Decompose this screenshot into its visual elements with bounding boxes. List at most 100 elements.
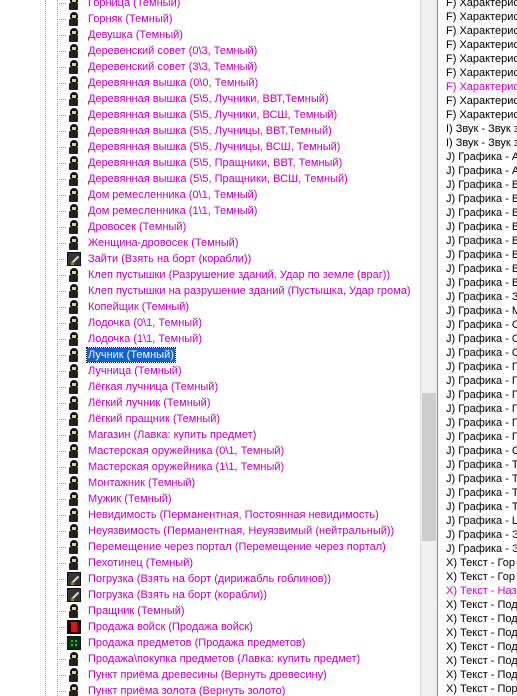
- field-list-item[interactable]: J) Графика - В: [446, 206, 517, 220]
- field-list-item[interactable]: J) Графика - Т: [446, 500, 517, 514]
- field-list-item[interactable]: J) Графика - Т: [446, 472, 517, 486]
- field-list-item[interactable]: J) Графика - З: [446, 290, 517, 304]
- tree-item[interactable]: Деревенский совет (3\3, Темный): [57, 59, 258, 75]
- field-list-item[interactable]: X) Текст - Под: [446, 668, 517, 682]
- field-list-item[interactable]: J) Графика - П: [446, 402, 517, 416]
- object-tree-panel[interactable]: Горница (Темный) Горняк (Темный) Девушка (…: [0, 0, 420, 696]
- field-list-item[interactable]: F) Характерис: [446, 10, 517, 24]
- tree-item[interactable]: Клеп пустышки (Разрушение зданий, Удар п…: [57, 267, 391, 283]
- tree-item[interactable]: Лучница (Темный): [57, 363, 183, 379]
- tree-item[interactable]: Дом ремесленника (0\1, Темный): [57, 187, 258, 203]
- tree-item[interactable]: Лучник (Темный): [57, 347, 176, 363]
- tree-item[interactable]: Лодочка (1\1, Темный): [57, 331, 203, 347]
- field-list-item[interactable]: F) Характерис: [446, 80, 517, 94]
- field-list-item[interactable]: J) Графика - В: [446, 234, 517, 248]
- tree-item[interactable]: Дровосек (Темный): [57, 219, 187, 235]
- tree-item[interactable]: Лёгкая лучница (Темный): [57, 379, 219, 395]
- field-list-item[interactable]: X) Текст - Под: [446, 598, 517, 612]
- tree-item[interactable]: Деревянная вышка (5\5, Лучники, ВВТ,Темн…: [57, 91, 330, 107]
- field-list-item[interactable]: J) Графика - Ц: [446, 514, 517, 528]
- tree-item[interactable]: Лёгкий лучник (Темный): [57, 395, 211, 411]
- tree-vertical-scrollbar[interactable]: [420, 0, 437, 696]
- field-list-item[interactable]: J) Графика - Т: [446, 458, 517, 472]
- tree-item[interactable]: Деревянная вышка (5\5, Лучницы, ВВТ,Темн…: [57, 123, 333, 139]
- field-list-item[interactable]: F) Характерис: [446, 108, 517, 122]
- tree-item[interactable]: Деревянная вышка (5\5, Пращники, ВСШ, Те…: [57, 171, 349, 187]
- field-list-item[interactable]: J) Графика - П: [446, 416, 517, 430]
- field-list-item[interactable]: X) Текст - Пор: [446, 682, 517, 696]
- field-list-item[interactable]: J) Графика - А: [446, 150, 517, 164]
- tree-item[interactable]: Продажа\покупка предметов (Лавка: купить…: [57, 651, 361, 667]
- field-list-item[interactable]: F) Характерис: [446, 0, 517, 10]
- tree-connector: [57, 83, 66, 84]
- tree-item[interactable]: Лёгкий пращник (Темный): [57, 411, 221, 427]
- tree-item[interactable]: Монтажник (Темный): [57, 475, 196, 491]
- tree-item[interactable]: Лодочка (0\1, Темный): [57, 315, 203, 331]
- field-list-item[interactable]: J) Графика - С: [446, 444, 517, 458]
- field-list-item[interactable]: F) Характерис: [446, 24, 517, 38]
- tree-item[interactable]: Погрузка (Взять на борт (дирижабль гобли…: [57, 571, 332, 587]
- field-list-item[interactable]: I) Звук - Звук з: [446, 122, 517, 136]
- field-list-item[interactable]: I) Звук - Звук з: [446, 136, 517, 150]
- field-list-item[interactable]: J) Графика - О: [446, 332, 517, 346]
- tree-item[interactable]: Клеп пустышки на разрушение зданий (Пуст…: [57, 283, 412, 299]
- tree-item[interactable]: Деревенский совет (0\3, Темный): [57, 43, 258, 59]
- field-list-item[interactable]: J) Графика - Э: [446, 542, 517, 556]
- field-list-item[interactable]: J) Графика - В: [446, 276, 517, 290]
- tree-item[interactable]: Девушка (Темный): [57, 27, 184, 43]
- field-list-item[interactable]: J) Графика - В: [446, 248, 517, 262]
- tree-item[interactable]: Деревянная вышка (5\5, Лучники, ВСШ, Тем…: [57, 107, 338, 123]
- field-list-item[interactable]: J) Графика - В: [446, 192, 517, 206]
- field-list-item[interactable]: J) Графика - П: [446, 360, 517, 374]
- field-list-panel[interactable]: F) Характерис F) Характерис F) Характерис F…: [437, 0, 517, 696]
- field-list-item[interactable]: F) Характерис: [446, 38, 517, 52]
- field-list-item[interactable]: X) Текст - Под: [446, 612, 517, 626]
- field-list-item[interactable]: J) Графика - О: [446, 318, 517, 332]
- tree-item[interactable]: Пехотинец (Темный): [57, 555, 194, 571]
- tree-item[interactable]: Пращник (Темный): [57, 603, 186, 619]
- tree-item[interactable]: Деревянная вышка (5\5, Лучницы, ВСШ, Тем…: [57, 139, 341, 155]
- tree-item[interactable]: Женщина-дровосек (Темный): [57, 235, 239, 251]
- field-list-item[interactable]: X) Текст - Под: [446, 640, 517, 654]
- field-list-item[interactable]: J) Графика - П: [446, 374, 517, 388]
- field-list-item[interactable]: J) Графика - В: [446, 220, 517, 234]
- field-list-item[interactable]: J) Графика - О: [446, 346, 517, 360]
- tree-item[interactable]: Перемещение через портал (Перемещение че…: [57, 539, 387, 555]
- tree-item[interactable]: Копейщик (Темный): [57, 299, 190, 315]
- person-icon: [67, 556, 81, 570]
- field-list-item[interactable]: J) Графика - П: [446, 388, 517, 402]
- field-list-item[interactable]: J) Графика - Т: [446, 486, 517, 500]
- tree-item[interactable]: Неуязвимость (Перманентная, Неуязвимый (…: [57, 523, 395, 539]
- tree-item[interactable]: Деревянная вышка (0\0, Темный): [57, 75, 259, 91]
- field-list-item[interactable]: X) Текст - Гор: [446, 556, 515, 570]
- tree-item[interactable]: Горница (Темный): [57, 0, 181, 11]
- field-list-item[interactable]: J) Графика - В: [446, 178, 517, 192]
- field-list-item[interactable]: J) Графика - М: [446, 304, 517, 318]
- field-list-item[interactable]: F) Характерис: [446, 94, 517, 108]
- field-list-item[interactable]: F) Характерис: [446, 66, 517, 80]
- scrollbar-thumb[interactable]: [422, 393, 436, 541]
- tree-item[interactable]: Погрузка (Взять на борт (корабли)): [57, 587, 268, 603]
- tree-item[interactable]: Дом ремесленника (1\1, Темный): [57, 203, 258, 219]
- field-list-item[interactable]: X) Текст - Под: [446, 626, 517, 640]
- tree-item[interactable]: Мастерская оружейника (1\1, Темный): [57, 459, 285, 475]
- field-list-item[interactable]: J) Графика - Э: [446, 528, 517, 542]
- tree-item[interactable]: Продажа предметов (Продажа предметов): [57, 635, 306, 651]
- tree-item[interactable]: Зайти (Взять на борт (корабли)): [57, 251, 252, 267]
- field-list-item[interactable]: F) Характерис: [446, 52, 517, 66]
- field-list-item[interactable]: X) Текст - Гор: [446, 570, 515, 584]
- field-list-item[interactable]: J) Графика - А: [446, 164, 517, 178]
- tree-item[interactable]: Пункт приёма древесины (Вернуть древесин…: [57, 667, 328, 683]
- field-list-item[interactable]: X) Текст - Наз: [446, 584, 517, 598]
- tree-item[interactable]: Мужик (Темный): [57, 491, 173, 507]
- tree-item[interactable]: Пункт приёма золота (Вернуть золото): [57, 683, 286, 696]
- tree-item[interactable]: Горняк (Темный): [57, 11, 174, 27]
- field-list-item[interactable]: X) Текст - Под: [446, 654, 517, 668]
- tree-item[interactable]: Магазин (Лавка: купить предмет): [57, 427, 257, 443]
- tree-item[interactable]: Деревянная вышка (5\5, Пращники, ВВТ, Те…: [57, 155, 343, 171]
- field-list-item[interactable]: J) Графика - П: [446, 430, 517, 444]
- tree-item[interactable]: Мастерская оружейника (0\1, Темный): [57, 443, 285, 459]
- tree-item[interactable]: Невидимость (Перманентная, Постоянная не…: [57, 507, 380, 523]
- tree-item[interactable]: Продажа войск (Продажа войск): [57, 619, 254, 635]
- field-list-item[interactable]: J) Графика - В: [446, 262, 517, 276]
